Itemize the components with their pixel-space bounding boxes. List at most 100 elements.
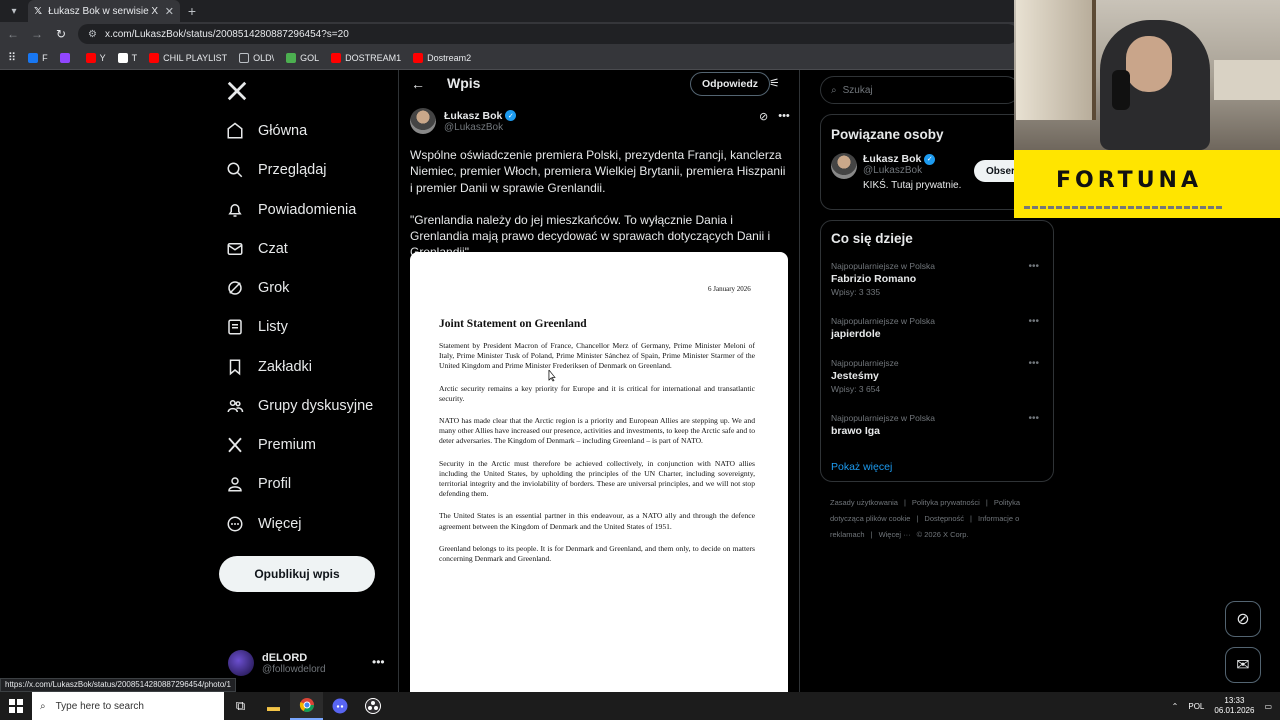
home-icon xyxy=(227,122,243,139)
page-title: Wpis xyxy=(447,75,481,91)
x-icon xyxy=(228,437,242,453)
notification-icon[interactable]: ▭ xyxy=(1264,702,1272,711)
bookmark-item[interactable]: T xyxy=(117,52,137,63)
related-handle: @LukaszBok xyxy=(863,165,923,176)
footer-link[interactable]: © 2026 X Corp. xyxy=(917,530,969,539)
back-icon[interactable]: ← xyxy=(6,27,20,41)
account-switcher[interactable]: dELORD @followdelord ••• xyxy=(228,647,388,679)
clock[interactable]: 13:33 06.01.2026 xyxy=(1214,696,1254,716)
trend-item[interactable]: Najpopularniejsze w Polska Fabrizio Roman… xyxy=(831,261,1045,297)
forward-icon[interactable]: → xyxy=(30,27,44,41)
nav-item-community[interactable]: Grupy dyskusyjne xyxy=(226,394,373,418)
nav-item-home[interactable]: Główna xyxy=(226,119,307,143)
webcam-shelf xyxy=(1214,60,1280,100)
doc-paragraph: Security in the Arctic must therefore be… xyxy=(439,458,755,499)
nav-item-label: Przeglądaj xyxy=(258,162,327,178)
language-indicator[interactable]: POL xyxy=(1188,702,1204,711)
back-arrow-icon[interactable]: ← xyxy=(411,76,425,92)
footer-link[interactable]: Zasady użytkowania xyxy=(830,498,898,507)
url-bar[interactable]: ⚙ x.com/LukaszBok/status/200851428088729… xyxy=(78,24,1018,44)
obs-icon[interactable] xyxy=(356,692,389,720)
footer-link[interactable]: Polityka prywatności xyxy=(912,498,980,507)
bookmark-item[interactable] xyxy=(59,52,74,63)
nav-item-mail[interactable]: Czat xyxy=(226,237,288,261)
mouse-cursor-icon xyxy=(548,370,556,382)
post-button[interactable]: Opublikuj wpis xyxy=(219,556,375,592)
search-icon xyxy=(227,162,243,178)
bookmark-icon xyxy=(229,359,241,376)
bookmark-item[interactable]: DOSTREAM1 xyxy=(331,52,401,63)
close-tab-icon[interactable]: ✕ xyxy=(165,5,174,18)
avatar xyxy=(228,650,254,676)
search-input[interactable]: ⌕ Szukaj xyxy=(820,76,1020,104)
trend-item[interactable]: Najpopularniejsze Jesteśmy Wpisy: 3 654 ••• xyxy=(831,358,1045,394)
youtube-icon xyxy=(149,52,160,63)
x-logo-icon[interactable] xyxy=(226,80,248,102)
nav-item-bell[interactable]: Powiadomienia xyxy=(226,198,356,222)
reply-button[interactable]: Odpowiedz xyxy=(690,72,770,96)
taskbar-search-input[interactable]: ⌕ Type here to search xyxy=(32,692,224,720)
more-dots-icon[interactable]: ••• xyxy=(1028,358,1039,369)
more-dots-icon[interactable]: ••• xyxy=(1028,261,1039,272)
apps-grid-icon[interactable]: ⠿ xyxy=(8,51,16,64)
trend-item[interactable]: Najpopularniejsze w Polska brawo Iga ••• xyxy=(831,413,1045,437)
nav-item-bookmark[interactable]: Zakładki xyxy=(226,355,312,379)
more-dots-icon[interactable]: ••• xyxy=(778,110,790,123)
nav-item-x[interactable]: Premium xyxy=(226,433,316,457)
bookmark-item[interactable]: F xyxy=(28,52,48,63)
task-view-icon[interactable]: ⧉ xyxy=(224,692,257,720)
filter-icon[interactable]: ⚟ xyxy=(769,76,780,90)
nav-item-search[interactable]: Przeglądaj xyxy=(226,158,327,182)
nav-item-more-circle[interactable]: Więcej xyxy=(226,512,302,536)
post-paragraph: Wspólne oświadczenie premiera Polski, pr… xyxy=(410,148,786,195)
footer-link[interactable]: Więcej ··· xyxy=(879,530,911,539)
footer-link[interactable]: Dostępność xyxy=(924,514,964,523)
url-text: x.com/LukaszBok/status/20085142808872964… xyxy=(104,28,349,40)
new-tab-button[interactable]: + xyxy=(180,3,204,19)
related-name-row: Łukasz Bok ✓ xyxy=(863,153,961,165)
windows-start-icon[interactable] xyxy=(0,692,32,720)
post-actions: ⊘ ••• xyxy=(759,110,790,123)
footer-separator: | xyxy=(870,530,873,539)
bookmark-label: GOL xyxy=(300,52,320,63)
avatar[interactable] xyxy=(410,108,436,134)
messages-fab-icon[interactable]: ✉ xyxy=(1225,647,1261,683)
reload-icon[interactable]: ↻ xyxy=(54,27,68,41)
bookmark-item[interactable]: CHIL PLAYLIST xyxy=(149,52,227,63)
trend-item[interactable]: Najpopularniejsze w Polska japierdole ••• xyxy=(831,316,1045,340)
chrome-icon[interactable] xyxy=(290,692,323,720)
post-image-document[interactable]: 6 January 2026 Joint Statement on Greenl… xyxy=(410,252,788,692)
nav-item-user[interactable]: Profil xyxy=(226,472,291,496)
show-more-link[interactable]: Pokaż więcej xyxy=(831,461,892,473)
doc-paragraph: Statement by President Macron of France,… xyxy=(439,341,755,371)
grok-fab-icon[interactable]: ⊘ xyxy=(1225,601,1261,637)
avatar[interactable] xyxy=(831,153,857,179)
bookmark-item[interactable]: OLD\ xyxy=(239,52,274,63)
bookmark-item[interactable]: Y xyxy=(85,52,106,63)
browser-tab[interactable]: 𝕏 Łukasz Bok w serwisie X: „Wsp ✕ xyxy=(28,0,180,22)
account-handle: @followdelord xyxy=(262,663,326,675)
nav-item-label: Listy xyxy=(258,319,288,335)
grok-icon[interactable]: ⊘ xyxy=(759,110,768,123)
nav-item-list[interactable]: Listy xyxy=(226,315,288,339)
list-icon xyxy=(228,319,242,335)
post-author[interactable]: Łukasz Bok ✓ @LukaszBok xyxy=(410,108,517,134)
file-explorer-icon[interactable]: ▬ xyxy=(257,692,290,720)
discord-icon[interactable] xyxy=(323,692,356,720)
bookmark-label: F xyxy=(42,52,48,63)
bookmark-item[interactable]: Dostream2 xyxy=(413,52,471,63)
site-info-icon[interactable]: ⚙ xyxy=(88,29,97,40)
bookmark-item[interactable]: GOL xyxy=(286,52,320,63)
tab-search-icon[interactable]: ▾ xyxy=(0,0,28,22)
nav-item-grok[interactable]: Grok xyxy=(226,276,289,300)
related-person[interactable]: Łukasz Bok ✓ @LukaszBok KIKŚ. Tutaj pryw… xyxy=(831,153,961,191)
doc-date: 6 January 2026 xyxy=(708,285,751,293)
chevron-up-icon[interactable]: ⌃ xyxy=(1172,702,1179,711)
more-dots-icon[interactable]: ••• xyxy=(1028,316,1039,327)
footer-separator: | xyxy=(970,514,972,523)
doc-body: Statement by President Macron of France,… xyxy=(439,341,755,576)
post-column: ← Wpis Odpowiedz ⚟ Łukasz Bok ✓ @LukaszB… xyxy=(398,70,800,692)
more-dots-icon[interactable]: ••• xyxy=(372,655,385,669)
more-dots-icon[interactable]: ••• xyxy=(1028,413,1039,424)
sponsor-banner: FORTUNA xyxy=(1014,150,1280,218)
